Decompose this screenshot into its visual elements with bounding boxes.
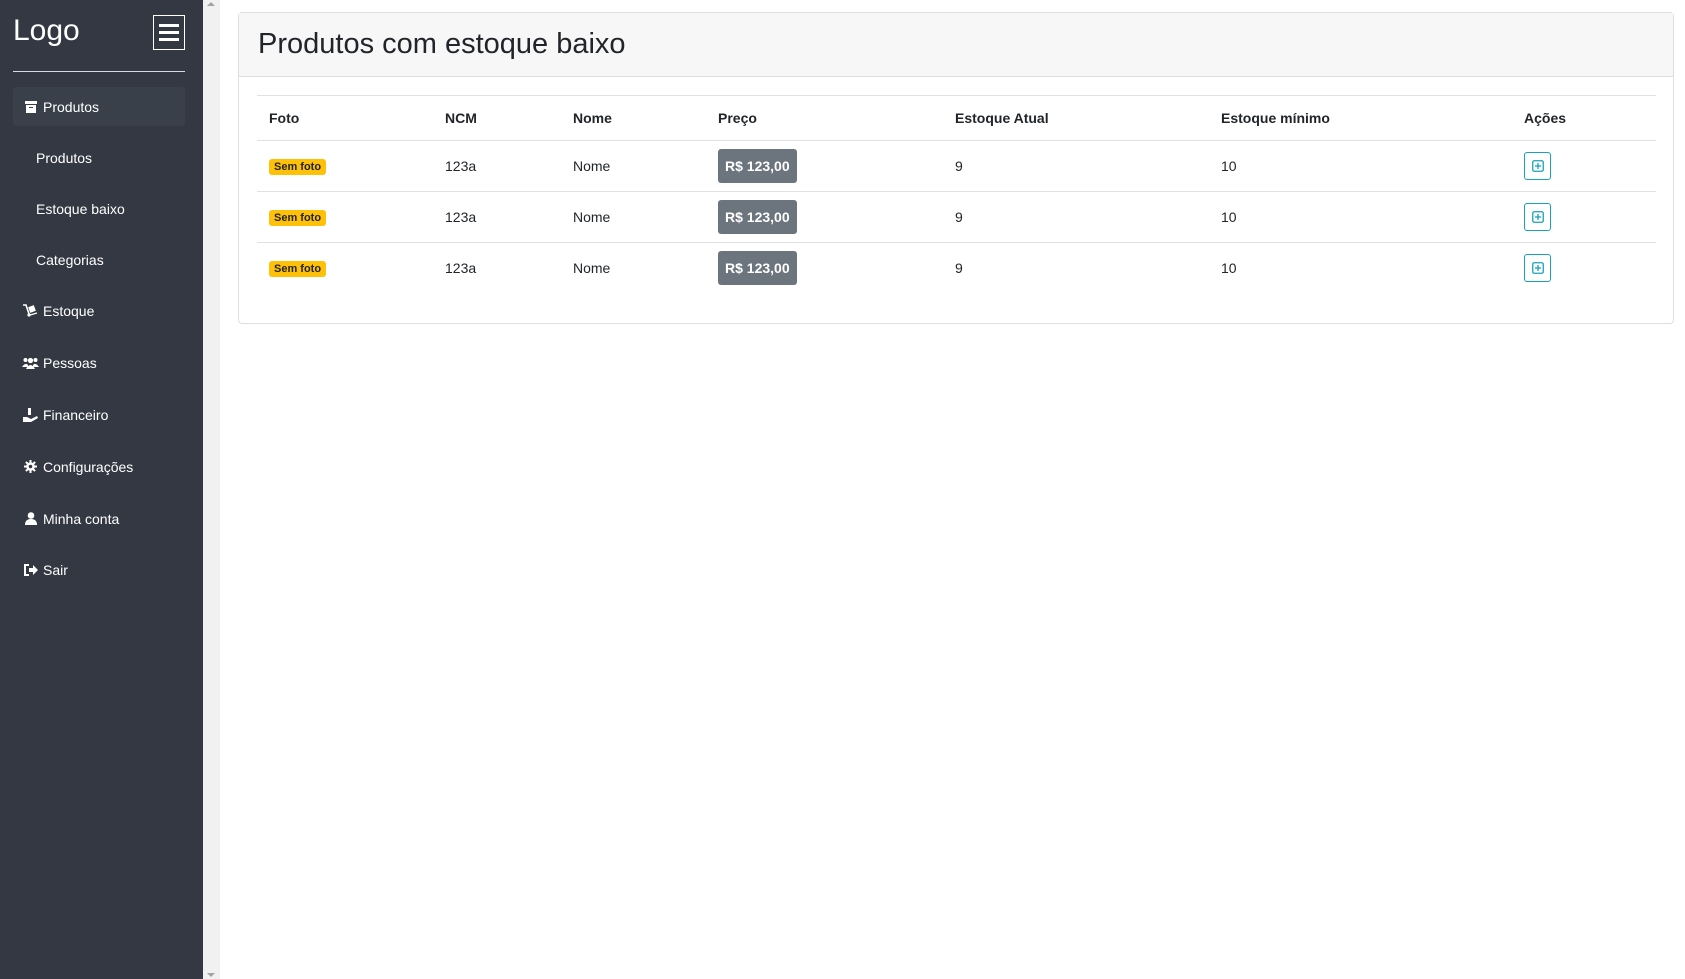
add-stock-button[interactable] (1524, 254, 1551, 283)
no-photo-badge: Sem foto (269, 210, 327, 226)
sidebar-item-label: Estoque baixo (36, 200, 125, 217)
scrollbar[interactable] (203, 0, 220, 979)
column-header-acoes: Ações (1512, 95, 1656, 141)
scroll-down-arrow-icon[interactable] (207, 973, 215, 977)
cell-estoque-atual: 9 (955, 260, 963, 277)
logo[interactable]: Logo (13, 12, 80, 50)
sidebar-item-configuracoes[interactable]: Configurações (13, 447, 185, 486)
cell-nome: Nome (573, 260, 611, 277)
cell-preco: R$ 123,00 (706, 140, 943, 192)
sign-out-icon (22, 563, 39, 577)
sidebar-item-minha-conta[interactable]: Minha conta (13, 499, 185, 538)
low-stock-card: Produtos com estoque baixo Foto NCM Nome… (238, 12, 1674, 324)
cell-preco: R$ 123,00 (706, 243, 943, 294)
cell-acoes (1512, 140, 1656, 192)
column-header-nome: Nome (561, 95, 706, 141)
sidebar-subitem-estoque-baixo[interactable]: Estoque baixo (13, 189, 185, 228)
column-header-ncm: NCM (433, 95, 561, 141)
cell-foto: Sem foto (257, 191, 433, 243)
price-badge: R$ 123,00 (718, 200, 797, 234)
sidebar-item-financeiro[interactable]: Financeiro (13, 395, 185, 434)
cell-ncm: 123a (433, 191, 561, 243)
sidebar-item-label: Financeiro (43, 406, 109, 423)
cell-preco: R$ 123,00 (706, 191, 943, 243)
sidebar-divider (13, 71, 185, 72)
cell-acoes (1512, 191, 1656, 243)
cell-estoque-atual: 9 (943, 140, 1209, 192)
sidebar-item-pessoas[interactable]: Pessoas (13, 343, 185, 382)
cell-estoque-minimo: 10 (1221, 260, 1237, 277)
table-header-row: Foto NCM Nome Preço Estoque Atual Estoqu… (257, 95, 1656, 141)
dolly-icon (22, 304, 39, 318)
plus-square-icon (1531, 211, 1544, 223)
sidebar-item-label: Sair (43, 561, 68, 578)
column-header-foto: Foto (257, 95, 433, 141)
column-header-preco: Preço (706, 95, 943, 141)
add-stock-button[interactable] (1524, 152, 1551, 180)
scroll-up-arrow-icon[interactable] (207, 2, 215, 6)
gear-icon (22, 460, 39, 474)
sidebar-subitem-produtos[interactable]: Produtos (13, 138, 185, 177)
sidebar-item-label: Configurações (43, 458, 134, 475)
add-stock-button[interactable] (1524, 203, 1551, 231)
cell-estoque-minimo: 10 (1209, 140, 1512, 192)
user-icon (22, 512, 39, 526)
cell-foto: Sem foto (257, 243, 433, 294)
sidebar-item-label: Minha conta (43, 510, 120, 527)
sidebar-item-estoque[interactable]: Estoque (13, 291, 185, 330)
sidebar-item-produtos[interactable]: Produtos (13, 87, 185, 126)
page-title: Produtos com estoque baixo (258, 28, 626, 60)
cell-nome: Nome (561, 191, 706, 243)
table-row: Sem foto 123a Nome R$ 123,00 9 10 (257, 243, 1656, 294)
column-header-estoque-minimo: Estoque mínimo (1209, 95, 1512, 141)
cell-foto: Sem foto (257, 140, 433, 192)
plus-square-icon (1531, 262, 1544, 275)
card-header: Produtos com estoque baixo (239, 13, 1673, 77)
price-badge: R$ 123,00 (718, 251, 797, 286)
no-photo-badge: Sem foto (269, 261, 327, 278)
sidebar-item-label: Categorias (36, 251, 104, 268)
sidebar-item-sair[interactable]: Sair (13, 550, 185, 589)
cell-ncm: 123a (433, 140, 561, 192)
hamburger-icon (159, 24, 179, 27)
plus-square-icon (1531, 160, 1544, 172)
sidebar-subitem-categorias[interactable]: Categorias (13, 240, 185, 279)
price-badge: R$ 123,00 (718, 149, 797, 183)
box-icon (22, 100, 39, 114)
menu-toggle-button[interactable] (153, 15, 185, 50)
cell-acoes (1512, 243, 1656, 294)
table-row: Sem foto 123a Nome R$ 123,00 9 10 (257, 140, 1656, 192)
table-row: Sem foto 123a Nome R$ 123,00 9 10 (257, 191, 1656, 243)
cell-nome: Nome (561, 140, 706, 192)
sidebar-item-label: Pessoas (43, 354, 97, 371)
sidebar: Logo Produtos Produtos Estoque baixo Cat… (0, 0, 203, 979)
users-icon (22, 356, 39, 370)
cell-ncm: 123a (445, 260, 477, 277)
sidebar-item-label: Produtos (43, 98, 100, 115)
cell-estoque-atual: 9 (943, 191, 1209, 243)
no-photo-badge: Sem foto (269, 159, 327, 175)
column-header-estoque-atual: Estoque Atual (943, 95, 1209, 141)
hand-holding-dollar-icon (22, 407, 39, 422)
sidebar-item-label: Produtos (36, 149, 93, 166)
cell-estoque-minimo: 10 (1209, 191, 1512, 243)
sidebar-item-label: Estoque (43, 302, 95, 319)
low-stock-table: Foto NCM Nome Preço Estoque Atual Estoqu… (257, 95, 1656, 294)
